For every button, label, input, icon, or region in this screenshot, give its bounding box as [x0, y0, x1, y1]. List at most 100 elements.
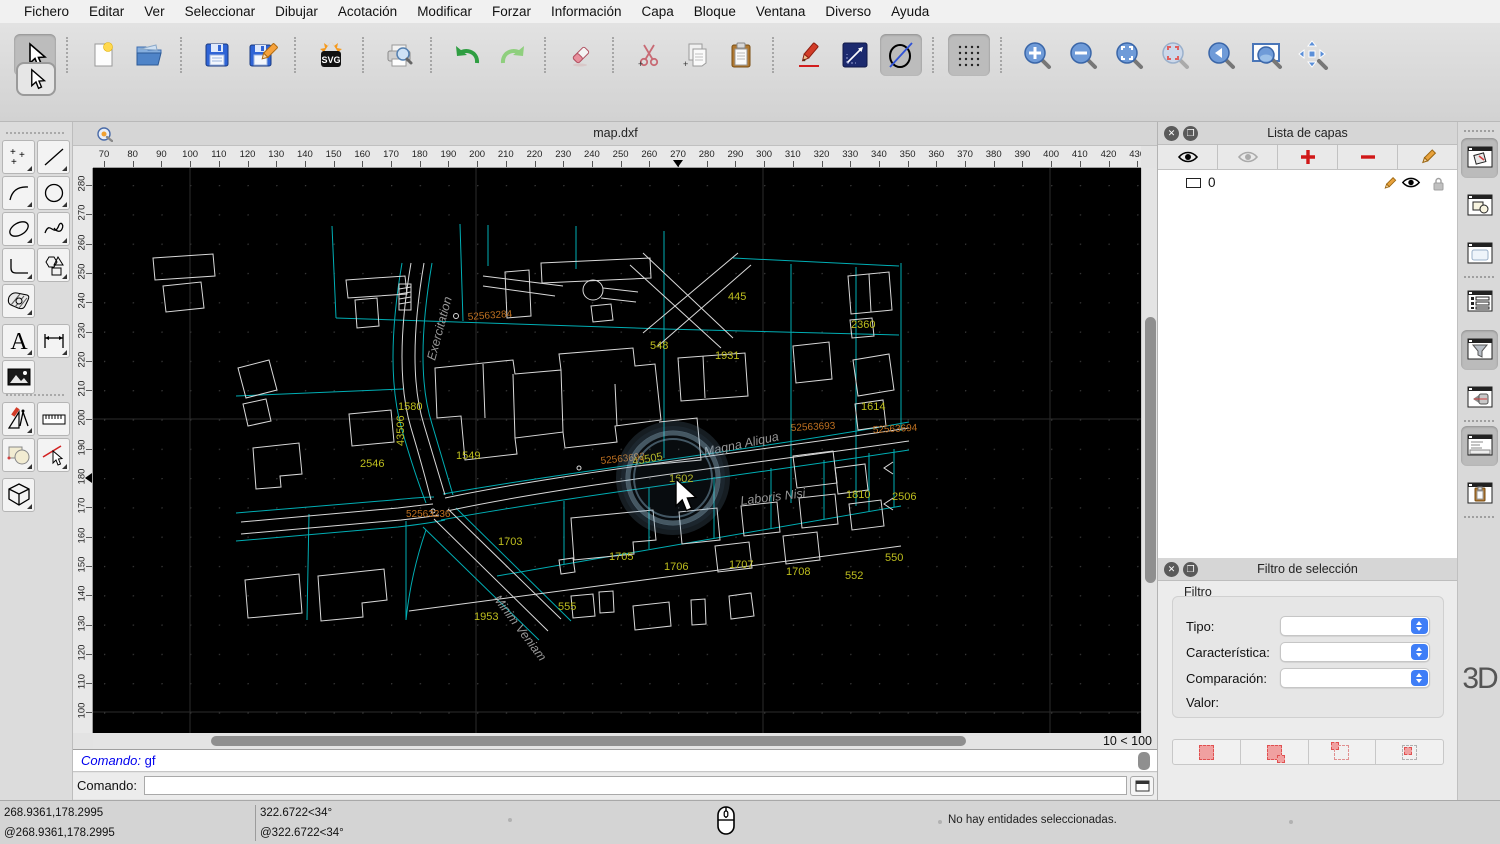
open-file-button[interactable]	[128, 34, 170, 76]
point-tool-button[interactable]: +++	[2, 140, 35, 174]
dimension-tool-button[interactable]	[37, 324, 70, 358]
arc-tool-button[interactable]	[2, 176, 35, 210]
panel-toggle-selection-filter[interactable]	[1461, 330, 1498, 370]
menu-seleccionar[interactable]: Seleccionar	[175, 0, 266, 24]
filter-characteristic-select[interactable]	[1280, 642, 1430, 662]
svg-export-button[interactable]: SVG	[310, 34, 352, 76]
save-button[interactable]	[196, 34, 238, 76]
zoom-window-button[interactable]	[1246, 34, 1288, 76]
layer-lock-icon[interactable]	[1432, 176, 1445, 191]
layer-pencil-icon[interactable]	[1382, 176, 1397, 191]
circle-tool-button[interactable]	[37, 176, 70, 210]
filter-comparison-select[interactable]	[1280, 668, 1430, 688]
menu-fichero[interactable]: Fichero	[14, 0, 79, 24]
h-ruler-tick: 300	[749, 149, 779, 160]
command-input[interactable]	[144, 776, 1127, 795]
command-history-prompt: Comando:	[81, 753, 141, 768]
menu-capa[interactable]: Capa	[632, 0, 684, 24]
panel-toggle-layer-list[interactable]	[1461, 138, 1498, 178]
filter-intersect-selection-button[interactable]	[1376, 740, 1443, 764]
menu-editar[interactable]: Editar	[79, 0, 134, 24]
shape-tool-button[interactable]	[37, 248, 70, 282]
3d-mode-button[interactable]: 3D	[1458, 662, 1500, 696]
edit-layer-button[interactable]	[1398, 145, 1457, 169]
filter-remove-selection-button[interactable]	[1309, 740, 1377, 764]
redo-button[interactable]	[492, 34, 534, 76]
menu-información[interactable]: Información	[541, 0, 632, 24]
panel-toggle-pen-palette[interactable]	[1461, 378, 1498, 418]
panel-toggle-library-browser[interactable]	[1461, 234, 1498, 274]
save-as-button[interactable]	[242, 34, 284, 76]
ruler-tool-button[interactable]	[37, 402, 70, 436]
cut-button[interactable]: +	[628, 34, 670, 76]
drawing-canvas[interactable]: 4452360548193115802546154916141810250617…	[93, 168, 1141, 733]
layer-row[interactable]: 0	[1158, 174, 1457, 194]
zoom-in-button[interactable]	[1016, 34, 1058, 76]
polyline-tool-button[interactable]	[2, 248, 35, 282]
layer-visible-icon[interactable]	[1401, 176, 1421, 189]
grid-toggle-button[interactable]	[948, 34, 990, 76]
canvas-vertical-scrollbar[interactable]	[1141, 168, 1158, 733]
lot-label: 2546	[360, 458, 384, 470]
snap-tool-button[interactable]	[37, 438, 70, 472]
menu-diverso[interactable]: Diverso	[815, 0, 881, 24]
print-preview-button[interactable]	[378, 34, 420, 76]
filter-add-selection-button[interactable]	[1241, 740, 1309, 764]
undo-button[interactable]	[446, 34, 488, 76]
spline-tool-button[interactable]	[37, 212, 70, 246]
filter-select-all-button[interactable]	[1173, 740, 1241, 764]
zoom-auto-button[interactable]	[1108, 34, 1150, 76]
menu-ver[interactable]: Ver	[134, 0, 174, 24]
3d-box-tool-button[interactable]	[2, 478, 35, 512]
remove-layer-button[interactable]	[1338, 145, 1398, 169]
panel-toggle-command-line[interactable]	[1461, 426, 1498, 466]
text-tool-button[interactable]: A	[2, 324, 35, 358]
ellipse-tool-button[interactable]	[2, 212, 35, 246]
current-action-pointer-button[interactable]	[16, 62, 56, 96]
line-tool-button-palette[interactable]	[37, 140, 70, 174]
save-as-icon	[248, 41, 278, 69]
line-tool-button[interactable]	[834, 34, 876, 76]
toolbar-separator	[612, 37, 620, 73]
canvas-horizontal-scrollbar[interactable]: 10 < 100	[93, 733, 1158, 749]
menu-bloque[interactable]: Bloque	[684, 0, 746, 24]
eye-icon	[1177, 150, 1199, 164]
command-history-scroll-thumb[interactable]	[1138, 752, 1150, 770]
circle-slash-tool-button[interactable]	[880, 34, 922, 76]
horizontal-ruler: 7080901001101201301401501601701801902002…	[93, 146, 1141, 168]
document-titlebar[interactable]: map.dxf	[73, 122, 1158, 146]
zoom-previous-button[interactable]	[1200, 34, 1242, 76]
panel-toggle-toolbar: 3D	[1457, 122, 1500, 800]
zoom-selection-button[interactable]	[1154, 34, 1196, 76]
panel-toggle-block-list[interactable]	[1461, 186, 1498, 226]
copy-button[interactable]: +	[674, 34, 716, 76]
menu-ayuda[interactable]: Ayuda	[881, 0, 939, 24]
paste-button[interactable]	[720, 34, 762, 76]
draw-pencil-button[interactable]	[788, 34, 830, 76]
erase-button[interactable]	[560, 34, 602, 76]
menu-dibujar[interactable]: Dibujar	[265, 0, 328, 24]
drafting-tools-button[interactable]	[2, 402, 35, 436]
filter-type-select[interactable]	[1280, 616, 1430, 636]
menu-ventana[interactable]: Ventana	[746, 0, 816, 24]
hide-all-layers-button[interactable]	[1218, 145, 1278, 169]
image-tool-button[interactable]	[2, 360, 35, 394]
panel-toggle-clipboard[interactable]	[1461, 474, 1498, 514]
zoom-pan-button[interactable]	[1292, 34, 1334, 76]
h-scroll-thumb[interactable]	[211, 736, 966, 746]
menu-modificar[interactable]: Modificar	[407, 0, 482, 24]
command-history[interactable]: Comando: gf	[73, 749, 1158, 772]
statusbar-divider	[255, 805, 256, 841]
v-scroll-thumb[interactable]	[1145, 317, 1156, 583]
new-file-button[interactable]	[82, 34, 124, 76]
add-layer-button[interactable]	[1278, 145, 1338, 169]
hatch-tool-button[interactable]	[2, 284, 35, 318]
panel-toggle-property-editor[interactable]	[1461, 282, 1498, 322]
zoom-out-button[interactable]	[1062, 34, 1104, 76]
modify-tool-button[interactable]	[2, 438, 35, 472]
menu-forzar[interactable]: Forzar	[482, 0, 541, 24]
show-all-layers-button[interactable]	[1158, 145, 1218, 169]
command-window-toggle-button[interactable]	[1130, 776, 1154, 796]
layer-checkbox[interactable]	[1186, 178, 1201, 188]
menu-acotación[interactable]: Acotación	[328, 0, 407, 24]
